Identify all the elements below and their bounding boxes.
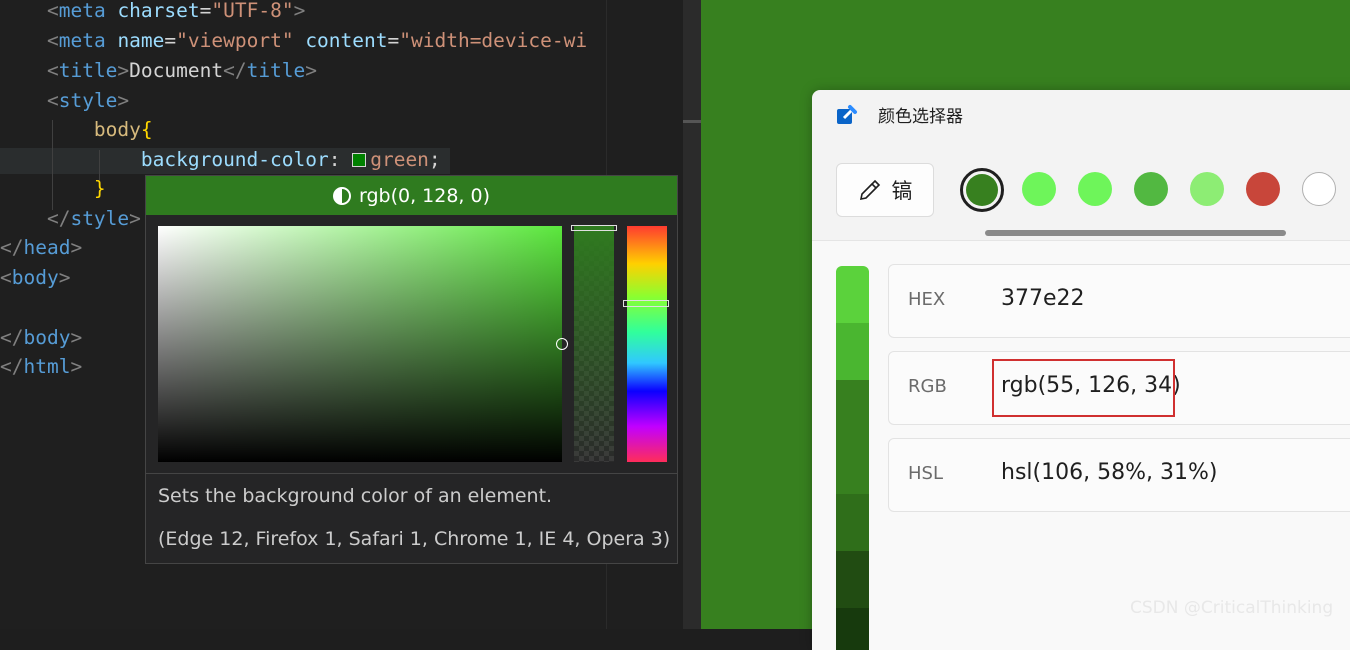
history-color[interactable] (1022, 172, 1056, 206)
hsl-label: HSL (908, 463, 943, 484)
code-line-meta-charset[interactable]: <meta charset="UTF-8"> (0, 0, 305, 26)
code-line-style-open[interactable]: <style> (0, 86, 129, 116)
rgb-label: RGB (908, 376, 947, 397)
color-value-text[interactable]: rgb(0, 128, 0) (359, 185, 490, 207)
hex-row[interactable]: HEX 377e22 (888, 264, 1350, 338)
code-line-body-end[interactable]: </body> (0, 323, 82, 353)
color-shade[interactable] (836, 437, 869, 494)
code-line-declaration[interactable]: background-color: green; (0, 145, 441, 175)
code-line-body-close[interactable]: } (0, 174, 106, 204)
color-shade[interactable] (836, 266, 869, 323)
code-line-html-end[interactable]: </html> (0, 352, 82, 382)
code-line-title[interactable]: <title>Document</title> (0, 56, 317, 86)
code-line-style-close[interactable]: </style> (0, 204, 141, 234)
opacity-handle[interactable] (571, 225, 617, 231)
editor-scrollbar-thumb[interactable] (683, 120, 701, 123)
saturation-cursor[interactable] (556, 338, 568, 350)
eyedropper-button[interactable]: 镐 (836, 163, 934, 217)
watermark: CSDN @CriticalThinking (1130, 598, 1334, 618)
color-shade[interactable] (836, 380, 869, 437)
color-shades-strip (836, 266, 869, 650)
history-color[interactable] (1078, 172, 1112, 206)
history-scrollbar[interactable] (985, 230, 1286, 236)
property-description: Sets the background color of an element. (158, 485, 553, 507)
color-swatch-icon[interactable] (352, 153, 367, 167)
browser-compat: (Edge 12, Firefox 1, Safari 1, Chrome 1,… (158, 528, 671, 550)
code-line-body-selector[interactable]: body{ (0, 115, 153, 145)
contrast-icon (332, 186, 351, 205)
opacity-strip[interactable] (574, 226, 614, 462)
color-shade[interactable] (836, 323, 869, 380)
history-color[interactable] (1190, 172, 1224, 206)
history-color[interactable] (1246, 172, 1280, 206)
color-shade[interactable] (836, 494, 869, 551)
code-line-head-close[interactable]: </head> (0, 233, 82, 263)
history-color[interactable] (1134, 172, 1168, 206)
hsl-value[interactable]: hsl(106, 58%, 31%) (1001, 460, 1217, 485)
hex-label: HEX (908, 289, 946, 310)
hue-strip[interactable] (627, 226, 667, 462)
code-line-body-open[interactable]: <body> (0, 263, 70, 293)
eyedropper-label: 镐 (891, 179, 913, 203)
code-line-meta-viewport[interactable]: <meta name="viewport" content="width=dev… (0, 26, 587, 56)
color-preview-header[interactable]: rgb(0, 128, 0) (146, 176, 677, 215)
history-color[interactable] (1302, 172, 1336, 206)
hover-divider (146, 473, 677, 474)
eyedropper-icon (859, 179, 880, 201)
history-color-selected[interactable] (960, 168, 1004, 212)
color-shade[interactable] (836, 551, 869, 608)
saturation-value-box[interactable] (158, 226, 562, 462)
editor-scrollbar[interactable] (683, 0, 701, 629)
window-title: 颜色选择器 (878, 107, 963, 127)
rgb-highlight-box (992, 359, 1175, 417)
hue-handle[interactable] (623, 300, 669, 307)
color-picker-app-icon (837, 105, 857, 124)
color-shade[interactable] (836, 608, 869, 650)
color-hover-widget: rgb(0, 128, 0) Sets the background color… (145, 175, 678, 564)
hex-value[interactable]: 377e22 (1001, 286, 1085, 311)
hsl-row[interactable]: HSL hsl(106, 58%, 31%) (888, 438, 1350, 512)
